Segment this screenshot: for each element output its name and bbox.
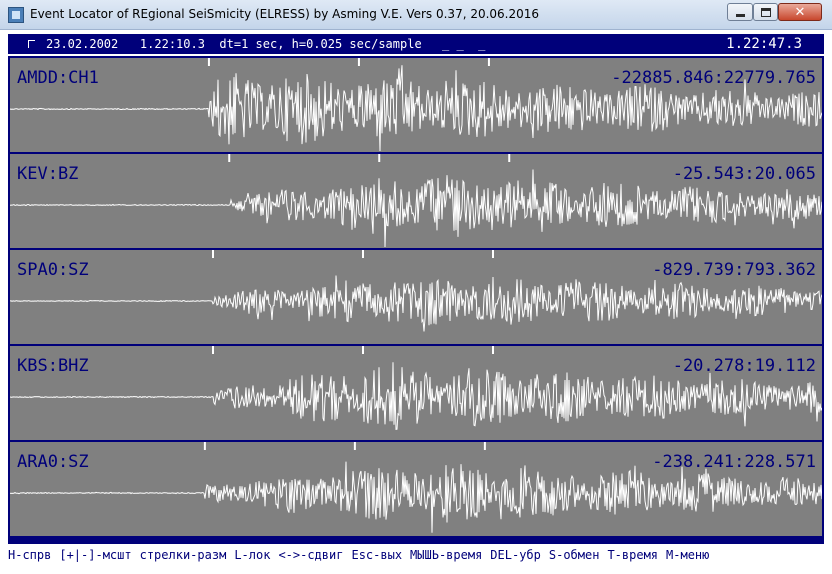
channel-range: -25.543:20.065 xyxy=(672,164,816,184)
client-area: 23.02.2002 1.22:10.3 dt=1 sec, h=0.025 s… xyxy=(8,30,824,566)
channel-range: -829.739:793.362 xyxy=(652,260,816,280)
close-icon: ✕ xyxy=(794,4,806,20)
channel-name: AMDD:CH1 xyxy=(17,68,99,88)
maximize-button[interactable] xyxy=(753,3,778,21)
channel-trace[interactable]: SPA0:SZ -829.739:793.362 xyxy=(10,250,822,344)
minimize-button[interactable] xyxy=(727,3,753,21)
help-item: L-лок xyxy=(234,548,271,562)
help-item: Esc-вых xyxy=(351,548,403,562)
help-item: [+|-]-мсшт xyxy=(59,548,132,562)
channel-range: -20.278:19.112 xyxy=(672,356,816,376)
header-markers: _ _ _ xyxy=(442,37,486,51)
channel-trace[interactable]: KEV:BZ -25.543:20.065 xyxy=(10,154,822,248)
channel-name: KEV:BZ xyxy=(17,164,79,184)
channel-trace[interactable]: ARA0:SZ -238.241:228.571 xyxy=(10,442,822,536)
help-item: МЫШЬ-время xyxy=(410,548,483,562)
help-item: T-время xyxy=(607,548,659,562)
window-titlebar[interactable]: Event Locator of REgional SeiSmicity (EL… xyxy=(0,0,832,30)
seismogram-traces[interactable]: AMDD:CH1 -22885.846:22779.765 KEV:BZ -25.54… xyxy=(8,56,824,544)
help-item: стрелки-разм xyxy=(139,548,227,562)
app-icon xyxy=(8,7,24,23)
channel-name: SPA0:SZ xyxy=(17,260,89,280)
channel-range: -22885.846:22779.765 xyxy=(611,68,816,88)
help-item: <->-сдвиг xyxy=(278,548,344,562)
channel-name: KBS:BHZ xyxy=(17,356,89,376)
waveform-line xyxy=(10,461,822,533)
corner-marker-icon xyxy=(28,40,35,48)
minimize-icon xyxy=(735,13,745,17)
channel-name: ARA0:SZ xyxy=(17,452,89,472)
cursor-time: 1.22:47.3 xyxy=(726,36,802,52)
waveform-line xyxy=(10,275,822,332)
help-item: DEL-убр xyxy=(490,548,541,562)
maximize-icon xyxy=(760,7,771,17)
channel-trace[interactable]: KBS:BHZ -20.278:19.112 xyxy=(10,346,822,440)
channel-range: -238.241:228.571 xyxy=(652,452,816,472)
close-button[interactable]: ✕ xyxy=(778,3,822,21)
help-item: S-обмен xyxy=(548,548,600,562)
help-item: H-спрв xyxy=(8,548,52,562)
channel-trace[interactable]: AMDD:CH1 -22885.846:22779.765 xyxy=(10,58,822,152)
info-header: 23.02.2002 1.22:10.3 dt=1 sec, h=0.025 s… xyxy=(8,34,824,54)
header-info: 23.02.2002 1.22:10.3 dt=1 sec, h=0.025 s… xyxy=(46,37,422,51)
help-line: H-спрв [+|-]-мсшт стрелки-разм L-лок <->-сдв… xyxy=(8,544,824,566)
help-item: M-меню xyxy=(666,548,710,562)
window-title: Event Locator of REgional SeiSmicity (EL… xyxy=(30,7,540,21)
